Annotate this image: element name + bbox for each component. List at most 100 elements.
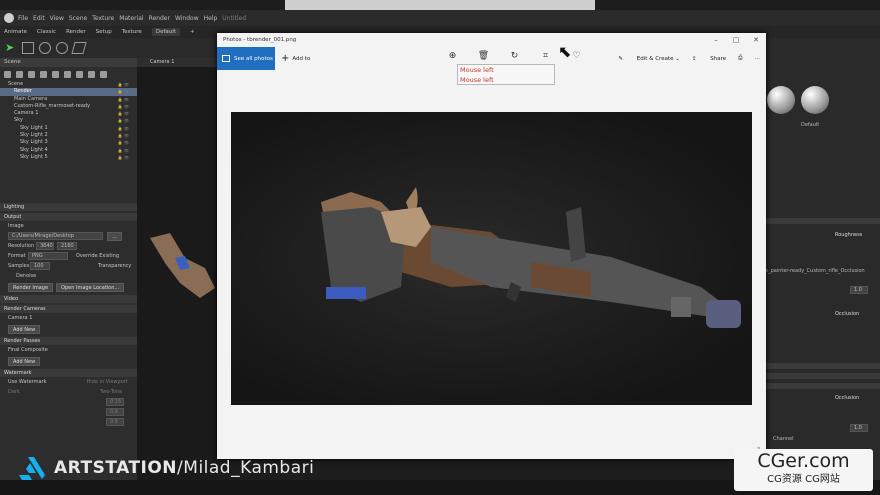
- crop-icon[interactable]: ⌗: [530, 51, 561, 61]
- visibility-lock-icon[interactable]: 🔒 👁: [118, 154, 129, 161]
- res-height-field[interactable]: 2160: [57, 242, 77, 250]
- delete-icon[interactable]: [100, 70, 107, 78]
- section-lighting[interactable]: Lighting: [0, 203, 137, 211]
- add-new-camera-button[interactable]: Add New: [8, 324, 41, 334]
- add-new-pass-button[interactable]: Add New: [8, 356, 41, 366]
- transparency-checkbox[interactable]: Transparency: [98, 263, 131, 269]
- override-existing-checkbox[interactable]: Override Existing: [76, 253, 119, 259]
- select-arrow-icon[interactable]: ➤: [5, 42, 17, 54]
- close-icon[interactable]: ✕: [746, 33, 766, 47]
- tab-setup[interactable]: Setup: [96, 29, 112, 35]
- scene-tree-item[interactable]: Sky Light 4 🔒 👁: [0, 147, 137, 154]
- visibility-lock-icon[interactable]: 🔒 👁: [118, 103, 129, 110]
- rect-select-icon[interactable]: [22, 42, 34, 54]
- delete-icon[interactable]: 🗑: [468, 51, 499, 61]
- zoom-icon[interactable]: ⊕: [437, 51, 468, 61]
- scene-tree-item[interactable]: Render 🔒 👁: [0, 88, 137, 96]
- see-all-photos-button[interactable]: See all photos: [217, 47, 275, 70]
- menu-file[interactable]: File: [18, 15, 28, 22]
- visibility-lock-icon[interactable]: 🔒 👁: [118, 147, 129, 154]
- scene-tree-item[interactable]: Scene 🔒 👁: [0, 81, 137, 88]
- tab-default[interactable]: Default: [151, 28, 180, 36]
- edit-create-button[interactable]: ✎ Edit & Create ⌄: [618, 56, 679, 62]
- visibility-lock-icon[interactable]: 🔒 👁: [118, 117, 129, 124]
- rotate-icon[interactable]: ↻: [499, 51, 530, 61]
- visibility-lock-icon[interactable]: 🔒 👁: [118, 125, 129, 132]
- tab-animate[interactable]: Animate: [4, 29, 27, 35]
- occlusion-value[interactable]: 1.0: [850, 424, 868, 432]
- camera1-item[interactable]: Camera 1: [8, 315, 32, 321]
- add-group-icon[interactable]: [52, 70, 59, 78]
- output-path-field[interactable]: C:/Users/Mirage/Desktop: [8, 232, 103, 240]
- circle-select-icon[interactable]: [39, 42, 51, 54]
- section-render-cameras[interactable]: Render Cameras: [0, 305, 137, 313]
- visibility-lock-icon[interactable]: 🔒 👁: [118, 88, 129, 95]
- menu-help[interactable]: Help: [204, 15, 218, 22]
- add-to-button[interactable]: + Add to: [281, 53, 310, 64]
- paint-select-icon[interactable]: [71, 42, 87, 54]
- scene-tree-item[interactable]: Sky Light 3 🔒 👁: [0, 139, 137, 146]
- format-select[interactable]: PNG: [28, 252, 68, 260]
- section-watermark[interactable]: Watermark: [0, 369, 137, 377]
- add-light-icon[interactable]: [16, 70, 23, 78]
- menu-material[interactable]: Material: [119, 15, 143, 22]
- samples-field[interactable]: 100: [30, 262, 50, 270]
- menu-scene[interactable]: Scene: [69, 15, 87, 22]
- roughness-value[interactable]: 1.0: [850, 286, 868, 294]
- scene-tree-item[interactable]: Sky Light 5 🔒 👁: [0, 154, 137, 161]
- tab-texture[interactable]: Texture: [122, 29, 142, 35]
- menu-window[interactable]: Window: [175, 15, 199, 22]
- lasso-select-icon[interactable]: [56, 42, 68, 54]
- visibility-lock-icon[interactable]: 🔒 👁: [118, 132, 129, 139]
- more-icon[interactable]: ⋯: [755, 56, 761, 62]
- tab-add[interactable]: +: [190, 29, 195, 35]
- dark-option[interactable]: Dark: [8, 389, 20, 395]
- share-button[interactable]: ⇪ Share: [692, 56, 726, 62]
- open-image-location-button[interactable]: Open Image Location...: [56, 282, 125, 292]
- res-width-field[interactable]: 3840: [36, 242, 54, 250]
- section-video[interactable]: Video: [0, 295, 137, 303]
- maximize-icon[interactable]: □: [726, 33, 746, 47]
- add-mesh-icon[interactable]: [40, 70, 47, 78]
- render-image-button[interactable]: Render Image: [8, 282, 54, 292]
- add-material-icon[interactable]: [64, 70, 71, 78]
- scene-tree-item[interactable]: Sky Light 1 🔒 👁: [0, 125, 137, 132]
- scene-tree-item[interactable]: Sky Light 2 🔒 👁: [0, 132, 137, 139]
- rendered-image[interactable]: [231, 112, 752, 405]
- menu-texture[interactable]: Texture: [92, 15, 114, 22]
- visibility-lock-icon[interactable]: 🔒 👁: [118, 96, 129, 103]
- viewport-camera-label[interactable]: Camera 1: [137, 58, 217, 67]
- final-composite-item[interactable]: Final Composite: [8, 347, 48, 353]
- visibility-lock-icon[interactable]: 🔒 👁: [118, 139, 129, 146]
- print-icon[interactable]: ⎙: [738, 55, 742, 62]
- tab-render[interactable]: Render: [66, 29, 86, 35]
- add-camera-icon[interactable]: [4, 70, 11, 78]
- scene-tree-label: Sky: [14, 117, 23, 124]
- hide-in-viewport-checkbox[interactable]: Hide in Viewport: [87, 379, 128, 385]
- document-title: Untitled: [222, 14, 247, 22]
- material-preview-default[interactable]: [801, 86, 829, 114]
- menu-render[interactable]: Render: [149, 15, 170, 22]
- scene-tree-item[interactable]: Camera 1 🔒 👁: [0, 110, 137, 117]
- visibility-lock-icon[interactable]: 🔒 👁: [118, 81, 129, 88]
- section-render-passes[interactable]: Render Passes: [0, 337, 137, 345]
- add-text-icon[interactable]: [88, 70, 95, 78]
- samples-row: Samples 100 Transparency: [8, 262, 132, 270]
- scene-tree-item[interactable]: Sky 🔒 👁: [0, 117, 137, 124]
- add-shadow-icon[interactable]: [76, 70, 83, 78]
- use-watermark-checkbox[interactable]: Use Watermark: [8, 379, 47, 385]
- add-sky-icon[interactable]: [28, 70, 35, 78]
- two-tone-option[interactable]: Two-Tone: [100, 389, 122, 395]
- material-preview-1[interactable]: [767, 86, 795, 114]
- scene-tree-item[interactable]: Custom-Rifle_marmoset-ready 🔒 👁: [0, 103, 137, 110]
- scene-tree-label: Sky Light 5: [20, 153, 48, 160]
- browse-path-button[interactable]: ...: [107, 231, 122, 241]
- minimize-icon[interactable]: –: [706, 33, 726, 47]
- denoise-checkbox[interactable]: Denoise: [16, 273, 36, 279]
- menu-view[interactable]: View: [50, 15, 64, 22]
- visibility-lock-icon[interactable]: 🔒 👁: [118, 110, 129, 117]
- tab-classic[interactable]: Classic: [37, 29, 56, 35]
- section-output[interactable]: Output: [0, 213, 137, 221]
- scene-tree-item[interactable]: Main Camera 🔒 👁: [0, 96, 137, 103]
- menu-edit[interactable]: Edit: [33, 15, 45, 22]
